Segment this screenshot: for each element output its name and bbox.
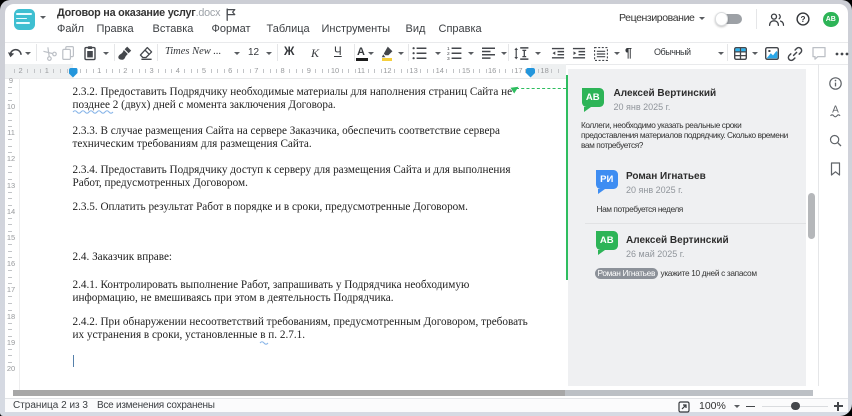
svg-text:А: А [832,105,839,116]
svg-text:?: ? [800,15,805,24]
svg-text:3: 3 [447,56,450,62]
